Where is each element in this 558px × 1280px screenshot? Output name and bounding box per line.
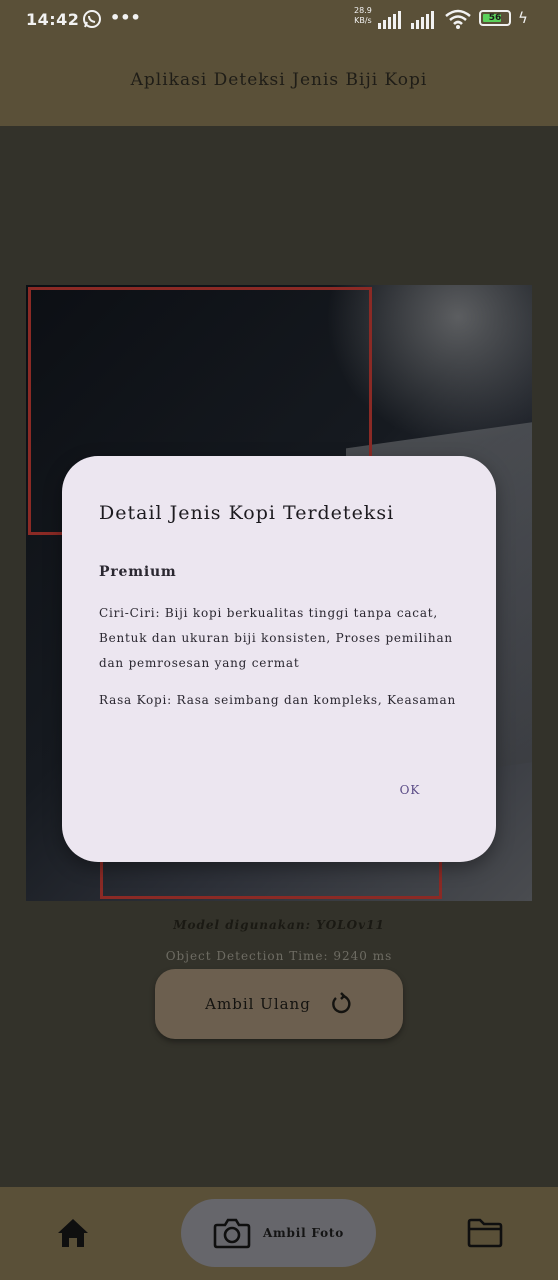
signal-icon: [411, 11, 434, 29]
bottom-navigation: Ambil Foto: [0, 1187, 558, 1280]
retake-button-label: Ambil Ulang: [205, 995, 311, 1013]
model-label: Model digunakan: YOLOv11: [173, 918, 385, 932]
wifi-icon: [445, 9, 471, 29]
take-photo-label: Ambil Foto: [262, 1226, 345, 1240]
home-icon[interactable]: [56, 1217, 90, 1249]
dialog-title: Detail Jenis Kopi Terdeteksi: [99, 502, 395, 524]
network-speed: 28.9 KB/s: [354, 6, 372, 25]
detail-dialog: Detail Jenis Kopi Terdeteksi Premium Cir…: [62, 456, 496, 862]
camera-icon: [213, 1218, 251, 1249]
coffee-grade: Premium: [99, 564, 177, 580]
take-photo-button[interactable]: Ambil Foto: [181, 1199, 376, 1267]
refresh-icon: [331, 992, 351, 1014]
status-bar: 14:42 ••• 28.9 KB/s 56 ϟ: [0, 0, 558, 40]
battery-level: 56: [488, 13, 502, 23]
more-notifications-icon: •••: [110, 8, 141, 27]
signal-icon: [378, 11, 401, 29]
whatsapp-icon: [83, 10, 101, 28]
app-title: Aplikasi Deteksi Jenis Biji Kopi: [130, 70, 428, 90]
detection-time-label: Object Detection Time: 9240 ms: [165, 949, 393, 963]
status-time: 14:42: [26, 10, 80, 29]
charging-icon: ϟ: [518, 9, 528, 27]
app-bar: Aplikasi Deteksi Jenis Biji Kopi: [0, 40, 558, 126]
battery-icon: 56: [479, 10, 511, 26]
coffee-characteristics: Ciri-Ciri: Biji kopi berkualitas tinggi …: [99, 606, 453, 670]
coffee-taste: Rasa Kopi: Rasa seimbang dan kompleks, K…: [99, 693, 456, 707]
retake-button[interactable]: Ambil Ulang: [155, 969, 403, 1039]
ok-button[interactable]: OK: [392, 778, 428, 802]
folder-icon[interactable]: [466, 1217, 504, 1249]
